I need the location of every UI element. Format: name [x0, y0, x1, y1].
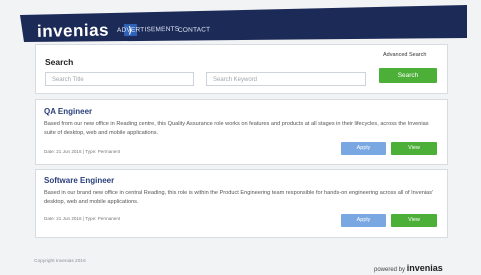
- job-title[interactable]: QA Engineer: [44, 107, 92, 116]
- job-title[interactable]: Software Engineer: [44, 176, 114, 185]
- job-description: Based from our new office in Reading cen…: [44, 121, 429, 136]
- search-button[interactable]: Search: [379, 68, 437, 83]
- search-heading: Search: [45, 57, 74, 67]
- logo-text: invenias: [36, 20, 110, 41]
- invenias-logo[interactable]: invenias ⟩: [36, 20, 138, 42]
- view-button[interactable]: View: [391, 214, 437, 227]
- search-title-input[interactable]: Search Title: [45, 72, 194, 86]
- apply-button[interactable]: Apply: [341, 142, 386, 155]
- powered-by: powered by invenias: [374, 263, 443, 273]
- job-meta: Date: 21 Jun 2016 | Type: Permanent: [44, 216, 121, 221]
- copyright-text: Copyright Invenias 2016: [34, 259, 86, 264]
- powered-by-prefix: powered by: [374, 267, 406, 273]
- apply-button[interactable]: Apply: [341, 214, 386, 227]
- nav-contact[interactable]: CONTACT: [178, 26, 210, 34]
- advanced-search-link[interactable]: Advanced Search: [383, 52, 426, 58]
- nav-advertisements[interactable]: ADVERTISEMENTS: [117, 26, 179, 34]
- job-meta: Date: 21 Jun 2016 | Type: Permanent: [44, 149, 121, 154]
- powered-by-brand: invenias: [406, 263, 443, 273]
- view-button[interactable]: View: [391, 142, 437, 155]
- search-keyword-input[interactable]: Search Keyword: [206, 72, 366, 86]
- job-description: Based in our brand new office in central…: [44, 190, 434, 205]
